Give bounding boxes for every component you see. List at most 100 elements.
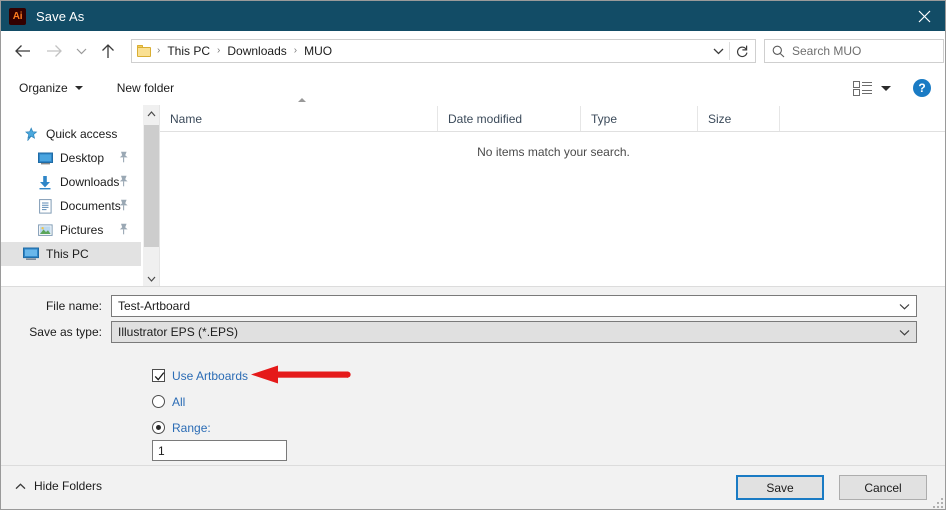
use-artboards-option[interactable]: Use Artboards [152, 365, 248, 386]
file-name-row: File name: Test-Artboard [1, 295, 945, 317]
column-label: Size [708, 111, 732, 126]
save-as-type-value: Illustrator EPS (*.EPS) [118, 325, 239, 339]
red-left-arrow-annotation [251, 365, 351, 385]
sidebar-item-desktop[interactable]: Desktop [1, 146, 141, 170]
sidebar-scrollbar[interactable] [142, 105, 160, 287]
dialog-footer: Hide Folders Save Cancel [1, 465, 945, 509]
toolbar: Organize New folder ? [1, 71, 945, 105]
scroll-down-icon[interactable] [143, 270, 160, 287]
save-button[interactable]: Save [736, 475, 824, 500]
range-value: 1 [158, 443, 165, 458]
sidebar-item-label: This PC [46, 247, 89, 261]
view-chevron-down-icon[interactable] [881, 85, 891, 91]
navigation-bar: › This PC › Downloads › MUO Search MUO [1, 31, 945, 71]
file-list[interactable]: Name Date modified Type Size No items ma… [160, 98, 945, 287]
star-pin-icon [23, 126, 39, 142]
this-pc-icon [23, 246, 39, 262]
address-chevron-down-icon[interactable] [707, 40, 729, 62]
save-as-type-field[interactable]: Illustrator EPS (*.EPS) [111, 321, 917, 343]
window-title: Save As [36, 8, 85, 24]
breadcrumb-separator: › [293, 45, 298, 56]
column-header-date-modified[interactable]: Date modified [438, 106, 581, 131]
hide-folders-button[interactable]: Hide Folders [15, 479, 102, 493]
breadcrumb-this-pc[interactable]: This PC [165, 44, 212, 58]
all-label: All [172, 394, 186, 409]
pin-icon[interactable] [118, 199, 129, 214]
column-label: Name [170, 111, 203, 126]
sidebar-item-label: Pictures [60, 223, 104, 237]
pin-icon[interactable] [118, 175, 129, 190]
recent-locations-chevron-down-icon[interactable] [71, 38, 91, 64]
use-artboards-label: Use Artboards [172, 368, 249, 383]
save-as-type-row: Save as type: Illustrator EPS (*.EPS) [1, 321, 945, 343]
pin-icon[interactable] [118, 223, 129, 238]
sidebar-item-this-pc[interactable]: This PC [1, 242, 141, 266]
save-as-type-label: Save as type: [29, 325, 102, 339]
sidebar-item-documents[interactable]: Documents [1, 194, 141, 218]
file-name-label: File name: [45, 299, 102, 313]
column-label: Type [591, 111, 618, 126]
scrollbar-thumb[interactable] [144, 125, 159, 247]
search-icon [772, 45, 785, 58]
view-layout-icon[interactable] [853, 80, 873, 96]
column-header-type[interactable]: Type [581, 106, 698, 131]
sidebar-item-label: Documents [60, 199, 121, 213]
address-divider [729, 42, 730, 60]
search-placeholder: Search MUO [792, 44, 862, 58]
column-label: Date modified [448, 111, 523, 126]
scroll-up-icon[interactable] [143, 105, 160, 122]
refresh-icon[interactable] [731, 40, 753, 62]
chevron-down-icon[interactable] [899, 322, 910, 342]
titlebar: Ai Save As [1, 1, 945, 31]
toolbar-right-group: ? [853, 71, 945, 105]
range-option[interactable]: Range: [152, 417, 248, 438]
range-input[interactable]: 1 [152, 440, 287, 461]
organize-button[interactable]: Organize [13, 76, 89, 100]
downloads-icon [37, 174, 53, 190]
breadcrumb-muo[interactable]: MUO [302, 44, 334, 58]
all-radio[interactable] [152, 395, 165, 408]
file-name-field[interactable]: Test-Artboard [111, 295, 917, 317]
sidebar-item-label: Quick access [46, 127, 118, 141]
close-icon[interactable] [901, 1, 945, 31]
column-headers: Name Date modified Type Size [160, 98, 945, 132]
navigation-sidebar: Quick access Desktop Downloads Documents… [1, 105, 141, 287]
pin-icon[interactable] [118, 151, 129, 166]
all-option[interactable]: All [152, 391, 248, 412]
save-as-dialog: Ai Save As › This PC › Downloads › MUO S… [0, 0, 946, 510]
search-input[interactable]: Search MUO [764, 39, 944, 63]
back-icon[interactable] [9, 38, 35, 64]
empty-list-message: No items match your search. [477, 145, 630, 159]
folder-icon [137, 45, 152, 57]
resize-grip-icon[interactable] [933, 498, 944, 509]
sidebar-item-downloads[interactable]: Downloads [1, 170, 141, 194]
forward-icon [41, 38, 67, 64]
range-label: Range: [172, 420, 211, 435]
column-header-name[interactable]: Name [160, 98, 438, 131]
file-name-value: Test-Artboard [118, 299, 191, 313]
up-icon[interactable] [95, 38, 121, 64]
address-bar[interactable]: › This PC › Downloads › MUO [131, 39, 756, 63]
help-icon[interactable]: ? [913, 79, 931, 97]
documents-icon [37, 198, 53, 214]
chevron-up-icon [15, 482, 26, 490]
sidebar-item-quick-access[interactable]: Quick access [1, 122, 141, 146]
new-folder-label: New folder [116, 81, 175, 95]
breadcrumb-downloads[interactable]: Downloads [225, 44, 288, 58]
chevron-down-icon[interactable] [899, 296, 910, 316]
new-folder-button[interactable]: New folder [111, 76, 180, 100]
column-header-size[interactable]: Size [698, 106, 780, 131]
organize-label: Organize [19, 81, 68, 95]
sidebar-item-label: Desktop [60, 151, 105, 165]
pictures-icon [37, 222, 53, 238]
sidebar-item-pictures[interactable]: Pictures [1, 218, 141, 242]
cancel-button[interactable]: Cancel [839, 475, 927, 500]
range-radio[interactable] [152, 421, 165, 434]
use-artboards-checkbox[interactable] [152, 369, 165, 382]
breadcrumb-separator: › [217, 45, 221, 56]
illustrator-ai-icon: Ai [9, 7, 26, 25]
hide-folders-label: Hide Folders [34, 479, 103, 493]
fields-panel: File name: Test-Artboard Save as type: I… [1, 287, 945, 465]
chevron-down-icon [74, 86, 83, 90]
sidebar-item-label: Downloads [60, 175, 120, 189]
